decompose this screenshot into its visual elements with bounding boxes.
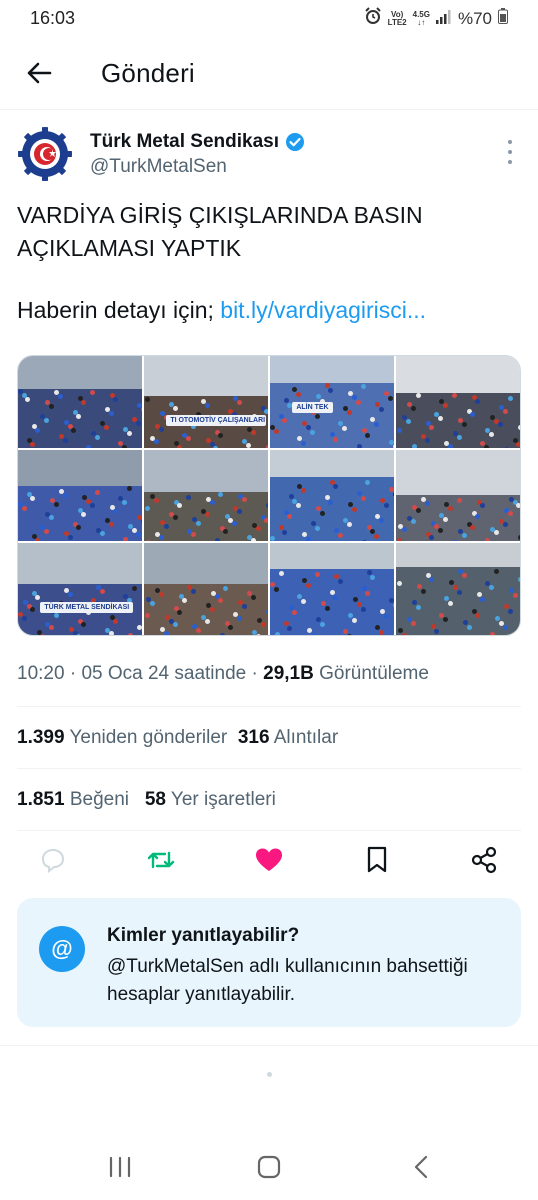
- arrow-left-icon: [27, 62, 52, 84]
- quotes-stat[interactable]: 316 Alıntılar: [238, 727, 338, 748]
- more-dot-icon: [508, 160, 512, 164]
- tweet-photo[interactable]: TÜRK METAL SENDİKASI: [18, 543, 142, 635]
- tweet-photo[interactable]: [396, 449, 520, 542]
- bookmarks-stat[interactable]: 58 Yer işaretleri: [145, 789, 276, 810]
- author-handle[interactable]: @TurkMetalSen: [90, 156, 227, 178]
- tweet-photo[interactable]: ALİN TEK: [270, 356, 394, 448]
- union-logo-icon: [18, 127, 72, 181]
- tweet-photo[interactable]: [396, 543, 520, 635]
- photo-grid: TI OTOMOTİV ÇALIŞANLARI ALİN TEK TÜRK META…: [17, 355, 521, 636]
- recent-apps-icon: [109, 1156, 131, 1178]
- alarm-icon: [364, 7, 382, 30]
- tweet-text: VARDİYA GİRİŞ ÇIKIŞLARINDA BASIN AÇIKLAM…: [17, 199, 517, 265]
- tweet-photo[interactable]: TI OTOMOTİV ÇALIŞANLARI: [144, 356, 268, 448]
- bookmark-icon: [367, 846, 387, 873]
- battery-level: %70: [457, 8, 492, 28]
- back-button[interactable]: [24, 58, 54, 88]
- tweet-photo[interactable]: [396, 356, 520, 448]
- more-dot-icon: [508, 140, 512, 144]
- more-options-button[interactable]: [504, 140, 516, 164]
- recent-apps-button[interactable]: [105, 1154, 135, 1180]
- status-time: 16:03: [30, 8, 76, 28]
- verified-badge-icon: [286, 133, 305, 151]
- stats-row-reposts: 1.399 Yeniden gönderiler 316 Alıntılar: [17, 727, 338, 749]
- tweet-photo[interactable]: [270, 543, 394, 635]
- tweet-photo[interactable]: [144, 543, 268, 635]
- divider: [17, 830, 521, 831]
- divider: [0, 1045, 538, 1046]
- link-prefix: Haberin detayı için;: [17, 297, 221, 323]
- likes-label: Beğeni: [69, 789, 129, 810]
- retweets-label: Yeniden gönderiler: [69, 727, 228, 748]
- tweet-time[interactable]: 10:20: [17, 663, 65, 684]
- retweets-stat[interactable]: 1.399 Yeniden gönderiler: [17, 727, 227, 748]
- tweet-text-line: AÇIKLAMASI YAPTIK: [17, 235, 242, 261]
- divider: [17, 706, 521, 707]
- share-icon: [471, 846, 497, 874]
- data-type-label: 4.5G ↓↑: [412, 9, 430, 27]
- reply-restriction-card: @ Kimler yanıtlayabilir? @TurkMetalSen a…: [17, 898, 521, 1027]
- reply-button[interactable]: [38, 845, 68, 875]
- share-button[interactable]: [469, 845, 499, 875]
- banner-sign: TI OTOMOTİV ÇALIŞANLARI: [166, 414, 266, 426]
- author-name[interactable]: Türk Metal Sendikası: [90, 131, 305, 153]
- chevron-left-icon: [414, 1155, 428, 1179]
- home-icon: [257, 1155, 281, 1179]
- tweet-photo[interactable]: [144, 449, 268, 542]
- bookmark-button[interactable]: [362, 845, 392, 875]
- retweets-count: 1.399: [17, 727, 65, 748]
- bookmarks-count: 58: [144, 789, 166, 810]
- banner-sign: ALİN TEK: [292, 401, 333, 413]
- home-button[interactable]: [254, 1154, 284, 1180]
- page-title: Gönderi: [101, 58, 195, 88]
- retweet-button[interactable]: [146, 845, 176, 875]
- author-name-text: Türk Metal Sendikası: [90, 131, 280, 152]
- bookmarks-label: Yer işaretleri: [170, 789, 276, 810]
- status-bar: 16:03 Vo) LTE2 4.5G ↓↑ %70: [0, 0, 538, 36]
- loading-indicator: [267, 1072, 272, 1077]
- reply-restriction-title: Kimler yanıtlayabilir?: [107, 925, 300, 946]
- tweet-photo[interactable]: [270, 449, 394, 542]
- tweet-date[interactable]: 05 Oca 24 saatinde: [81, 663, 246, 684]
- top-bar: Gönderi: [0, 38, 538, 110]
- tweet-link[interactable]: bit.ly/vardiyagirisci...: [220, 297, 426, 323]
- likes-stat[interactable]: 1.851 Beğeni: [17, 789, 129, 810]
- tweet-photo[interactable]: [18, 449, 142, 542]
- system-back-button[interactable]: [406, 1154, 436, 1180]
- at-sign-icon: @: [39, 926, 85, 972]
- banner-sign: TÜRK METAL SENDİKASI: [40, 601, 134, 613]
- stats-row-likes: 1.851 Beğeni 58 Yer işaretleri: [17, 789, 276, 811]
- tweet-text-line: VARDİYA GİRİŞ ÇIKIŞLARINDA BASIN: [17, 202, 423, 228]
- quotes-count: 316: [237, 727, 270, 748]
- views-count: 29,1B: [263, 663, 314, 684]
- like-button[interactable]: [254, 845, 284, 875]
- likes-count: 1.851: [17, 789, 65, 810]
- tweet-link-line: Haberin detayı için; bit.ly/vardiyagiris…: [17, 297, 426, 324]
- tweet-photo[interactable]: [18, 356, 142, 448]
- system-navigation-bar: [0, 1130, 538, 1200]
- battery-icon: [498, 8, 508, 29]
- action-bar: [0, 845, 538, 885]
- retweet-icon: [147, 851, 175, 869]
- views-label: Görüntüleme: [319, 663, 429, 684]
- divider: [17, 768, 521, 769]
- signal-icon: [435, 9, 452, 29]
- network-label: Vo) LTE2: [387, 9, 407, 27]
- reply-icon: [41, 848, 65, 873]
- avatar[interactable]: [18, 127, 72, 181]
- reply-restriction-body: @TurkMetalSen adlı kullanıcının bahsetti…: [107, 956, 468, 1005]
- status-icons: Vo) LTE2 4.5G ↓↑ %70: [364, 7, 508, 30]
- tweet-meta: 10:20 · 05 Oca 24 saatinde · 29,1B Görün…: [17, 663, 429, 684]
- heart-icon: [256, 848, 282, 871]
- quotes-label: Alıntılar: [273, 727, 339, 748]
- more-dot-icon: [508, 150, 512, 154]
